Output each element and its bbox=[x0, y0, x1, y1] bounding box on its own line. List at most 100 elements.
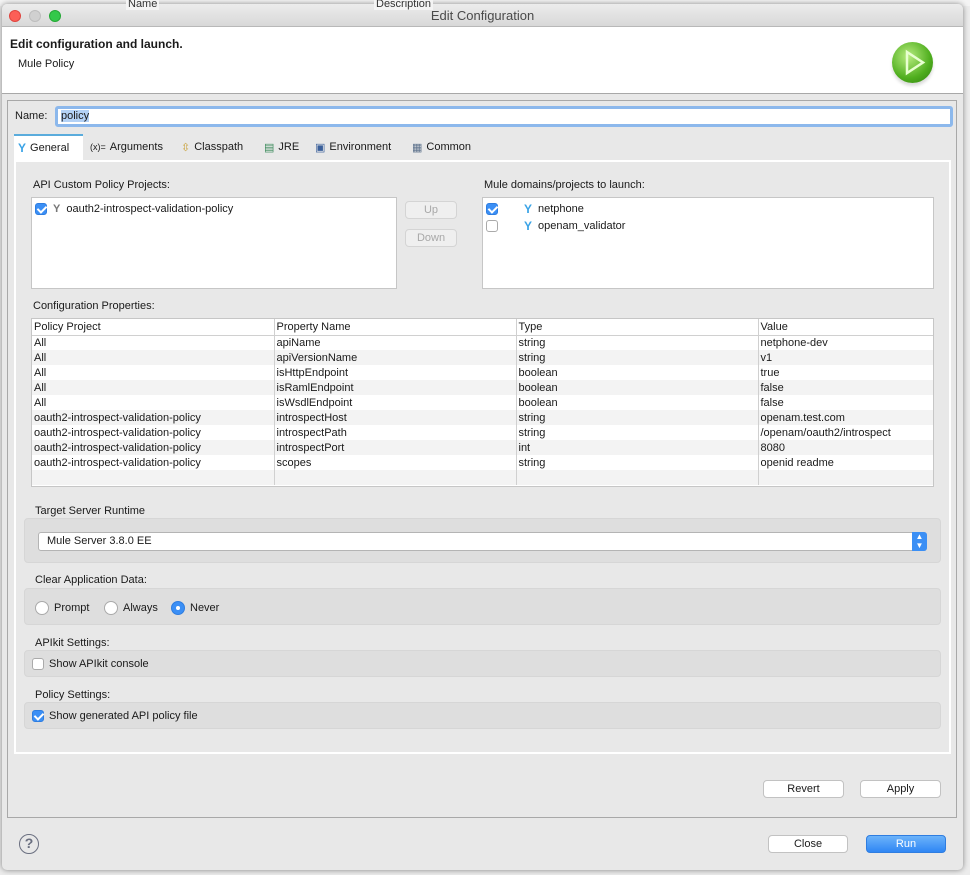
tab-general[interactable]: Y General bbox=[14, 134, 83, 160]
column-property-name[interactable]: Property Name bbox=[273, 319, 516, 336]
radio-button[interactable] bbox=[104, 601, 118, 615]
cell-property-name[interactable] bbox=[273, 470, 516, 485]
cell-type[interactable]: string bbox=[515, 425, 758, 440]
cell-type[interactable]: string bbox=[515, 455, 758, 470]
cell-type[interactable]: boolean bbox=[515, 380, 758, 395]
tab-arguments[interactable]: (x)= Arguments bbox=[86, 134, 167, 160]
cell-property-name[interactable]: isWsdlEndpoint bbox=[273, 395, 516, 410]
classpath-icon: ⇳ bbox=[181, 141, 191, 154]
cell-policy-project[interactable]: All bbox=[32, 395, 274, 410]
show-policy-file-checkbox[interactable] bbox=[32, 710, 44, 722]
runtime-select[interactable]: Mule Server 3.8.0 EE ▲ ▼ bbox=[38, 532, 927, 551]
minimize-window-button[interactable] bbox=[29, 10, 41, 22]
table-row[interactable]: oauth2-introspect-validation-policy intro… bbox=[32, 440, 933, 455]
variable-icon: (x)= bbox=[90, 142, 106, 152]
close-button[interactable]: Close bbox=[768, 835, 848, 853]
list-item[interactable]: Y oauth2-introspect-validation-policy bbox=[32, 200, 396, 217]
run-button[interactable]: Run bbox=[866, 835, 946, 853]
table-row[interactable]: oauth2-introspect-validation-policy scope… bbox=[32, 455, 933, 470]
mule-icon: Y bbox=[18, 141, 27, 155]
tab-environment[interactable]: ▣ Environment bbox=[311, 134, 395, 160]
cell-property-name[interactable]: isRamlEndpoint bbox=[273, 380, 516, 395]
cell-policy-project[interactable]: All bbox=[32, 335, 274, 350]
cell-type[interactable] bbox=[515, 470, 758, 485]
cell-policy-project[interactable]: All bbox=[32, 380, 274, 395]
close-window-button[interactable] bbox=[9, 10, 21, 22]
cell-value[interactable]: 8080 bbox=[757, 440, 933, 455]
cell-property-name[interactable]: isHttpEndpoint bbox=[273, 365, 516, 380]
cell-type[interactable]: boolean bbox=[515, 395, 758, 410]
radio-never[interactable]: Never bbox=[171, 601, 219, 615]
table-row[interactable]: All apiVersionName string v1 bbox=[32, 350, 933, 365]
radio-always[interactable]: Always bbox=[104, 601, 158, 615]
cell-property-name[interactable]: introspectPort bbox=[273, 440, 516, 455]
table-row[interactable]: oauth2-introspect-validation-policy intro… bbox=[32, 425, 933, 440]
cell-policy-project[interactable]: oauth2-introspect-validation-policy bbox=[32, 440, 274, 455]
cell-value[interactable]: openam.test.com bbox=[757, 410, 933, 425]
netphone-checkbox[interactable] bbox=[486, 202, 498, 215]
cell-policy-project[interactable]: All bbox=[32, 350, 274, 365]
table-row[interactable]: All isWsdlEndpoint boolean false bbox=[32, 395, 933, 410]
table-row[interactable]: All isHttpEndpoint boolean true bbox=[32, 365, 933, 380]
cell-policy-project[interactable]: oauth2-introspect-validation-policy bbox=[32, 455, 274, 470]
cell-property-name[interactable]: introspectHost bbox=[273, 410, 516, 425]
cell-value[interactable] bbox=[757, 470, 933, 485]
show-policy-file[interactable]: Show generated API policy file bbox=[32, 710, 198, 722]
cell-value[interactable]: openid readme bbox=[757, 455, 933, 470]
cell-policy-project[interactable]: oauth2-introspect-validation-policy bbox=[32, 410, 274, 425]
cell-property-name[interactable]: scopes bbox=[273, 455, 516, 470]
tab-classpath[interactable]: ⇳ Classpath bbox=[177, 134, 247, 160]
cell-value[interactable]: /openam/oauth2/introspect bbox=[757, 425, 933, 440]
cell-value[interactable]: false bbox=[757, 380, 933, 395]
cell-value[interactable]: netphone-dev bbox=[757, 335, 933, 350]
cell-value[interactable]: false bbox=[757, 395, 933, 410]
cell-type[interactable]: string bbox=[515, 335, 758, 350]
tab-jre[interactable]: ▤ JRE bbox=[260, 134, 303, 160]
tab-common[interactable]: ▦ Common bbox=[408, 134, 475, 160]
cell-property-name[interactable]: apiVersionName bbox=[273, 350, 516, 365]
column-type[interactable]: Type bbox=[515, 319, 758, 336]
cell-type[interactable]: string bbox=[515, 410, 758, 425]
cell-value[interactable]: v1 bbox=[757, 350, 933, 365]
show-apikit-console-checkbox[interactable] bbox=[32, 658, 44, 670]
table-row[interactable]: oauth2-introspect-validation-policy intro… bbox=[32, 410, 933, 425]
policy-project-checkbox[interactable] bbox=[35, 202, 47, 215]
mule-icon: Y bbox=[53, 202, 61, 215]
openam-validator-checkbox[interactable] bbox=[486, 219, 498, 232]
list-item[interactable]: Y openam_validator bbox=[483, 217, 933, 234]
up-button[interactable]: Up bbox=[405, 201, 457, 219]
table-icon: ▦ bbox=[412, 141, 423, 154]
zoom-window-button[interactable] bbox=[49, 10, 61, 22]
cell-type[interactable]: boolean bbox=[515, 365, 758, 380]
runtime-label: Target Server Runtime bbox=[35, 505, 146, 517]
clear-data-label: Clear Application Data: bbox=[35, 574, 147, 586]
down-button[interactable]: Down bbox=[405, 229, 457, 247]
radio-button[interactable] bbox=[171, 601, 185, 615]
column-policy-project[interactable]: Policy Project bbox=[32, 319, 274, 336]
list-item[interactable]: Y netphone bbox=[483, 200, 933, 217]
table-row[interactable]: All isRamlEndpoint boolean false bbox=[32, 380, 933, 395]
radio-prompt[interactable]: Prompt bbox=[35, 601, 89, 615]
cell-property-name[interactable]: apiName bbox=[273, 335, 516, 350]
name-label: Name: bbox=[15, 110, 48, 122]
revert-button[interactable]: Revert bbox=[763, 780, 844, 798]
help-icon[interactable]: ? bbox=[19, 834, 39, 854]
apply-button[interactable]: Apply bbox=[860, 780, 941, 798]
cell-policy-project[interactable]: oauth2-introspect-validation-policy bbox=[32, 425, 274, 440]
mule-icon: Y bbox=[524, 218, 533, 233]
bg-column-description: Description bbox=[374, 0, 434, 10]
cell-value[interactable]: true bbox=[757, 365, 933, 380]
cell-property-name[interactable]: introspectPath bbox=[273, 425, 516, 440]
cell-type[interactable]: string bbox=[515, 350, 758, 365]
show-apikit-console[interactable]: Show APIkit console bbox=[32, 658, 149, 670]
cell-policy-project[interactable] bbox=[32, 470, 274, 485]
name-input[interactable]: policy bbox=[55, 106, 953, 127]
cell-policy-project[interactable]: All bbox=[32, 365, 274, 380]
table-row[interactable]: All apiName string netphone-dev bbox=[32, 335, 933, 350]
table-row-empty[interactable] bbox=[32, 470, 933, 485]
column-value[interactable]: Value bbox=[757, 319, 933, 336]
radio-button[interactable] bbox=[35, 601, 49, 615]
clear-data-group bbox=[24, 588, 941, 625]
policy-settings-label: Policy Settings: bbox=[35, 689, 111, 701]
cell-type[interactable]: int bbox=[515, 440, 758, 455]
